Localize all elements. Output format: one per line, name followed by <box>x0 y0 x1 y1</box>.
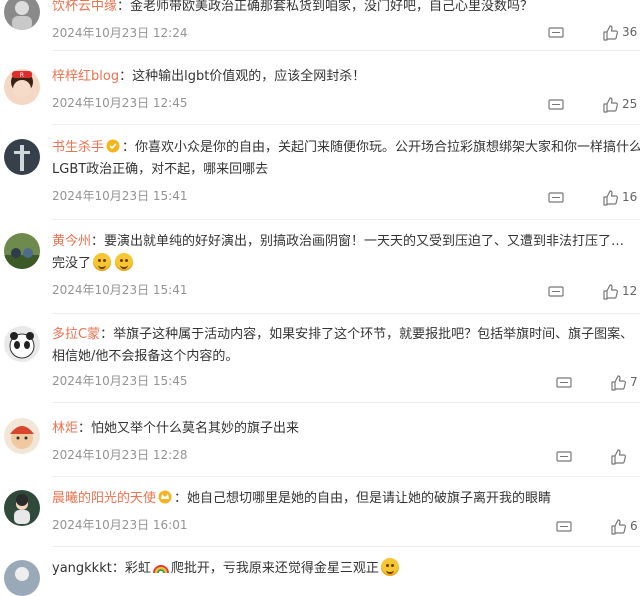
username-link[interactable]: yangkkkt <box>52 561 112 576</box>
laugh-cry-emoji-icon <box>380 558 399 576</box>
like-count: 6 <box>630 519 638 533</box>
avatar[interactable]: R <box>4 69 40 105</box>
avatar[interactable] <box>4 233 40 269</box>
username-link[interactable]: 书生杀手 <box>52 140 104 155</box>
comment-text: 这种输出lgbt价值观的，应该全网封杀！ <box>132 69 366 84</box>
reply-icon[interactable] <box>556 377 572 389</box>
divider <box>52 476 640 477</box>
avatar[interactable] <box>4 418 40 454</box>
comment-text: 爬批开，亏我原来还觉得金星三观正 <box>170 561 379 576</box>
comment-text-continued: LGBT政治正确，对不起，哪来回哪去 <box>52 162 269 177</box>
divider <box>52 219 640 220</box>
timestamp: 2024年10月23日 15:41 <box>52 189 188 203</box>
avatar[interactable] <box>4 0 40 30</box>
like-count: 12 <box>622 284 638 298</box>
comment-text: 举旗子这种属于活动内容，如果安排了这个环节，就要报批吧？包括举旗时间、旗子图案、 <box>113 327 634 342</box>
like-icon[interactable] <box>610 449 626 465</box>
comment-text: 金老师带欧美政治正确那套私货到咱家，没门好吧，自己心里没数吗？ <box>130 0 534 14</box>
timestamp: 2024年10月23日 15:45 <box>52 374 188 388</box>
like-icon[interactable] <box>602 190 618 206</box>
reply-icon[interactable] <box>548 99 564 111</box>
timestamp: 2024年10月23日 12:45 <box>52 96 188 110</box>
divider <box>52 124 640 125</box>
reply-icon[interactable] <box>548 27 564 39</box>
like-count: 7 <box>630 375 638 389</box>
username-link[interactable]: 饮杯云中缘 <box>52 0 117 14</box>
like-icon[interactable] <box>602 97 618 113</box>
like-count: 25 <box>622 97 638 111</box>
reply-icon[interactable] <box>556 451 572 463</box>
username-link[interactable]: 黄今州 <box>52 234 91 249</box>
rainbow-emoji-icon <box>152 565 169 574</box>
username-link[interactable]: 梓梓红blog <box>52 69 119 84</box>
like-icon[interactable] <box>602 25 618 41</box>
comment-text: 要演出就单纯的好好演出，别搞政治画阴窗！一天天的又受到压迫了、又遭到非法打压了… <box>104 234 625 249</box>
crown-badge-icon <box>158 490 172 504</box>
comment-text-continued: 完没了 <box>52 256 92 271</box>
divider <box>52 50 640 51</box>
avatar[interactable] <box>4 490 40 526</box>
username-link[interactable]: 晨曦的阳光的天使 <box>52 491 156 506</box>
smile-emoji-icon <box>115 253 134 271</box>
reply-icon[interactable] <box>548 286 564 298</box>
comment-text: 彩虹 <box>124 561 151 576</box>
like-icon[interactable] <box>602 284 618 300</box>
comment-text: 她自己想切哪里是她的自由，但是请让她的破旗子离开我的眼睛 <box>187 491 552 506</box>
like-icon[interactable] <box>610 519 626 535</box>
comment-text-continued: 相信她/他不会报备这个内容的。 <box>52 349 239 364</box>
username-link[interactable]: 林炬 <box>52 421 78 436</box>
verified-badge-icon <box>106 139 120 153</box>
reply-icon[interactable] <box>556 521 572 533</box>
timestamp: 2024年10月23日 12:24 <box>52 26 188 40</box>
like-count: 36 <box>622 25 638 39</box>
smile-emoji-icon <box>93 253 112 271</box>
avatar[interactable] <box>4 560 40 596</box>
divider <box>52 402 640 403</box>
comment-text: 你喜欢小众是你的自由，关起门来随便你玩。公开场合拉彩旗想绑架大家和你一样搞什么 <box>135 140 640 155</box>
svg-text:R: R <box>20 72 24 79</box>
avatar[interactable] <box>4 139 40 175</box>
avatar[interactable] <box>4 326 40 362</box>
like-count: 16 <box>622 190 638 204</box>
timestamp: 2024年10月23日 16:01 <box>52 518 188 532</box>
divider <box>52 313 640 314</box>
like-icon[interactable] <box>610 375 626 391</box>
timestamp: 2024年10月23日 15:41 <box>52 283 188 297</box>
reply-icon[interactable] <box>548 192 564 204</box>
divider <box>52 546 640 547</box>
comment-text: 怕她又举个什么莫名其妙的旗子出来 <box>91 421 300 436</box>
username-link[interactable]: 多拉C蒙 <box>52 327 100 342</box>
timestamp: 2024年10月23日 12:28 <box>52 448 188 462</box>
